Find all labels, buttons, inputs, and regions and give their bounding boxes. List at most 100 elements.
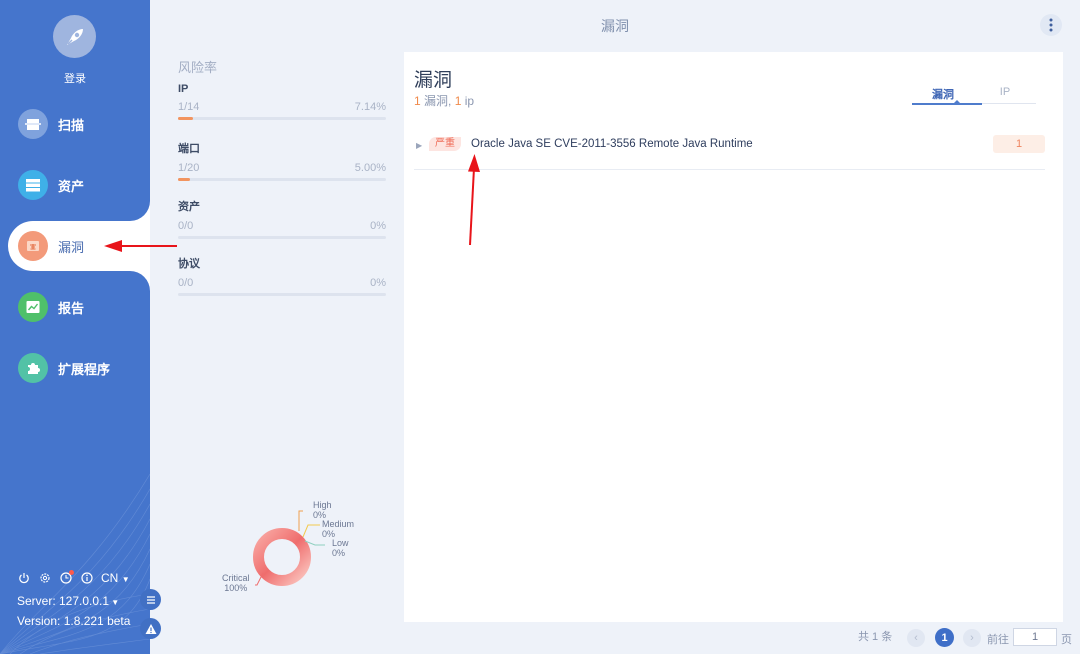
status-toolbar: CN ▼ [17, 570, 130, 585]
notification-dot [69, 570, 74, 575]
metric-label: IP [178, 83, 189, 95]
risk-metric-asset: 资产 0/0 0% [178, 198, 386, 239]
metric-progress-fill [178, 178, 191, 181]
card-title: 漏洞 [414, 70, 453, 91]
metric-progress-bar [178, 293, 386, 296]
expand-caret-icon[interactable]: ▶ [416, 141, 422, 150]
vuln-count-label: 漏洞 [424, 94, 449, 108]
chevron-down-icon: ▼ [121, 575, 130, 584]
tab-vulnerabilities[interactable]: 漏洞 [912, 86, 982, 105]
chevron-right-icon: › [963, 629, 981, 647]
sidebar-item-assets[interactable]: 资产 [0, 160, 150, 210]
info-icon[interactable] [80, 571, 94, 585]
metric-count: 0/0 [178, 277, 194, 289]
version-label: Version: 1.8.221 beta [17, 614, 131, 628]
metric-progress-bar [178, 178, 386, 181]
metric-label: 资产 [178, 201, 200, 213]
avatar[interactable] [53, 15, 96, 58]
tab-ip[interactable]: IP [974, 86, 1036, 103]
more-vertical-icon [1049, 18, 1053, 32]
metric-percent: 7.14% [354, 101, 386, 113]
series-name: Critical [222, 573, 250, 583]
login-link[interactable]: 登录 [0, 70, 150, 86]
leader-line-high [298, 510, 303, 531]
sidebar-item-label: 报告 [58, 300, 85, 316]
metric-label: 协议 [178, 258, 200, 270]
leader-line-medium [302, 524, 320, 538]
risk-metric-protocol: 协议 0/0 0% [178, 255, 386, 296]
sidebar-item-label: 扫描 [58, 117, 85, 133]
server-select[interactable]: Server: 127.0.0.1 ▼ [17, 594, 119, 608]
vuln-count-value: 1 [414, 94, 421, 108]
extension-icon [18, 353, 48, 383]
page-unit-label: 页 [1061, 634, 1072, 646]
goto-page-wrap [1013, 628, 1057, 646]
severity-badge: 严重 [429, 137, 461, 151]
metric-progress-fill [178, 117, 193, 120]
scan-icon [18, 109, 48, 139]
sidebar-item-scan[interactable]: 扫描 [0, 99, 150, 149]
metric-count: 1/20 [178, 162, 200, 174]
risk-metric-ip: IP 1/14 7.14% [178, 83, 386, 120]
severity-donut-chart: High 0% Medium 0% Low 0% Critical 100% [215, 495, 375, 605]
pagination-next-button[interactable]: › [963, 629, 981, 647]
vulnerability-name[interactable]: Oracle Java SE CVE-2011-3556 Remote Java… [471, 138, 753, 150]
more-menu-button[interactable] [1040, 14, 1062, 36]
sidebar-item-reports[interactable]: 报告 [0, 282, 150, 332]
page-title: 漏洞 [601, 18, 629, 34]
language-select[interactable]: CN ▼ [101, 571, 130, 585]
metric-percent: 0% [370, 220, 386, 232]
donut-label-high: High 0% [313, 500, 332, 520]
gear-icon[interactable] [38, 571, 52, 585]
pagination-current-page[interactable]: 1 [935, 628, 954, 647]
server-label: Server: 127.0.0.1 [17, 594, 110, 608]
rocket-icon [66, 28, 83, 45]
sidebar-item-label: 漏洞 [58, 239, 85, 255]
card-summary: 1 漏洞, 1 ip [414, 92, 474, 109]
clock-icon[interactable] [59, 570, 74, 585]
donut-slice-critical [253, 528, 311, 586]
power-icon[interactable] [17, 571, 31, 585]
sidebar: 登录 扫描 资产 漏洞 报告 扩展程序 CN ▼ Server: 127.0.0… [0, 0, 150, 654]
view-tabs: 漏洞 IP [912, 86, 1036, 105]
metric-percent: 0% [370, 277, 386, 289]
goto-label: 前往 [987, 634, 1009, 646]
leader-line-critical [255, 572, 264, 586]
warning-button[interactable] [140, 618, 161, 639]
chevron-left-icon: ‹ [907, 629, 925, 647]
vulnerability-card: 漏洞 1 漏洞, 1 ip 漏洞 IP ▶ 严重 Oracle Java SE … [404, 52, 1063, 622]
summary-separator: , [448, 94, 452, 108]
menu-icon [146, 595, 155, 604]
metric-label: 端口 [178, 143, 200, 155]
series-value: 100% [224, 583, 248, 593]
current-page-number: 1 [935, 628, 954, 647]
donut-label-low: Low 0% [332, 538, 349, 558]
language-label: CN [101, 571, 119, 585]
metric-progress-bar [178, 117, 386, 120]
warning-icon [145, 623, 156, 634]
series-value: 0% [332, 548, 346, 558]
metric-count: 1/14 [178, 101, 200, 113]
donut-label-critical: Critical 100% [222, 573, 250, 593]
occurrence-count-badge: 1 [993, 135, 1045, 153]
ip-count-value: 1 [454, 94, 462, 108]
series-name: Medium [322, 519, 355, 529]
risk-metric-port: 端口 1/20 5.00% [178, 140, 386, 181]
sidebar-item-extensions[interactable]: 扩展程序 [0, 343, 150, 393]
metric-progress-bar [178, 236, 386, 239]
pagination-prev-button[interactable]: ‹ [907, 629, 925, 647]
sidebar-item-vulnerabilities[interactable]: 漏洞 [8, 221, 150, 271]
menu-toggle-button[interactable] [140, 589, 161, 610]
ip-count-label: ip [464, 94, 475, 108]
goto-page-input[interactable] [1013, 628, 1057, 646]
sidebar-item-label: 资产 [58, 178, 85, 194]
report-icon [18, 292, 48, 322]
series-name: Low [332, 538, 349, 548]
metric-count: 0/0 [178, 220, 194, 232]
asset-icon [18, 170, 48, 200]
risk-rate-heading: 风险率 [178, 60, 218, 75]
chevron-down-icon: ▼ [109, 598, 120, 607]
table-row[interactable]: ▶ 严重 Oracle Java SE CVE-2011-3556 Remote… [414, 132, 1045, 170]
series-name: High [313, 500, 332, 510]
donut-label-medium: Medium 0% [322, 519, 354, 539]
